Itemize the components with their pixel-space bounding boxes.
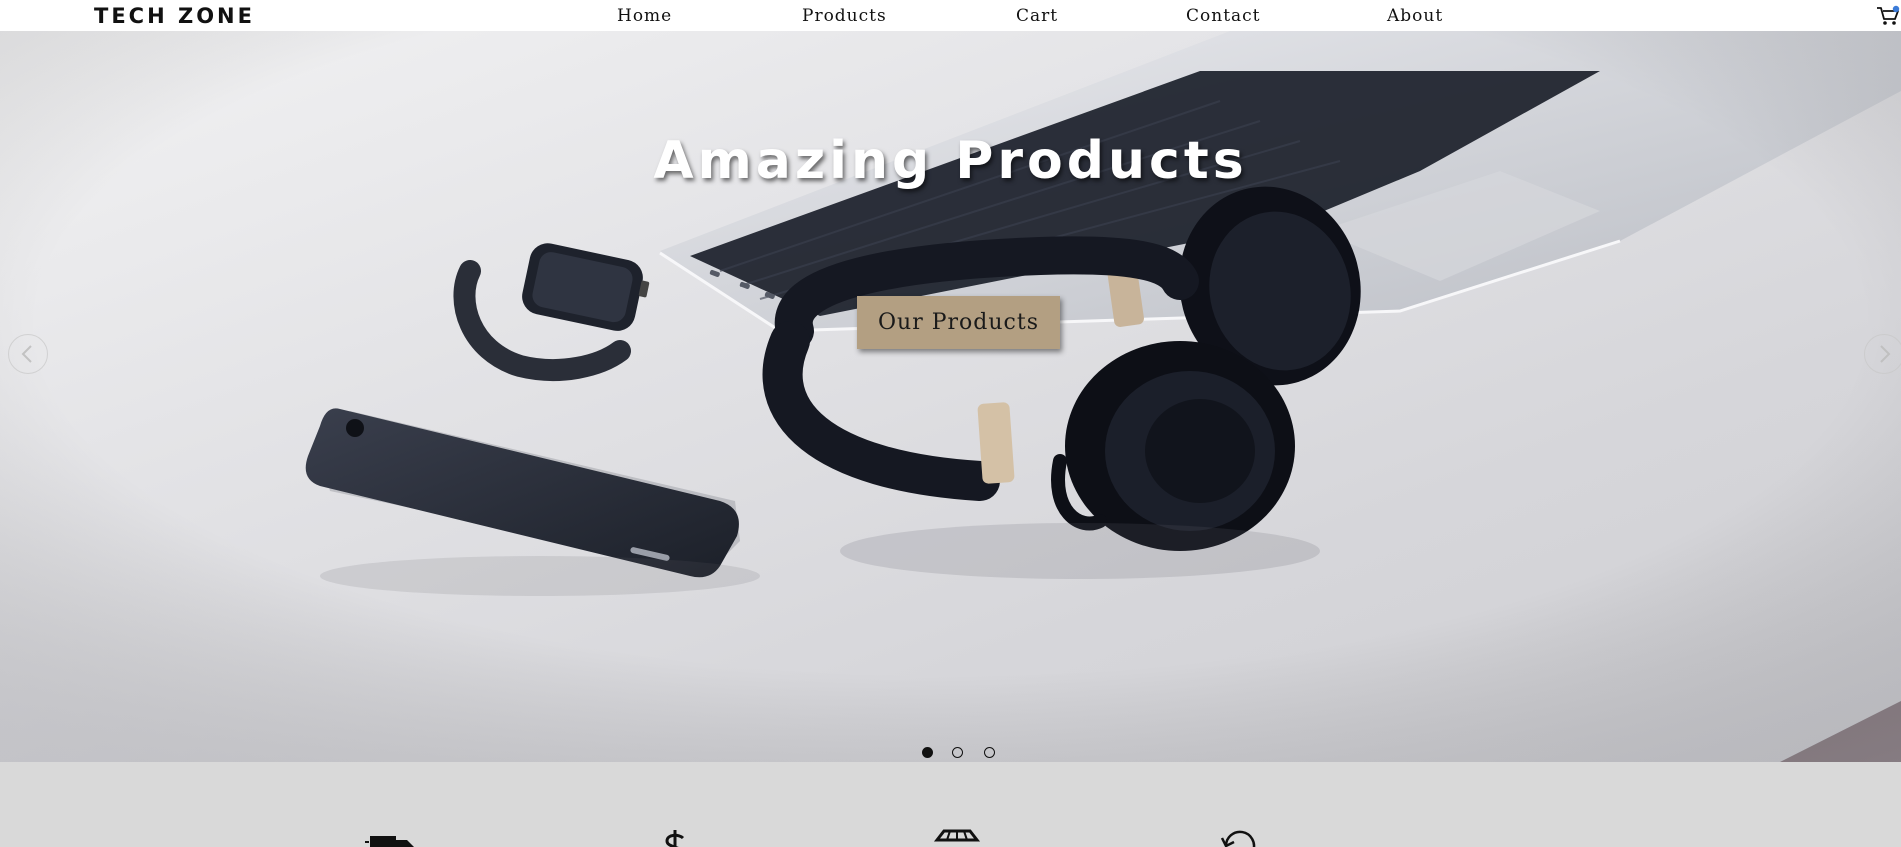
- carousel-prev-button[interactable]: [8, 334, 48, 374]
- nav-link-about[interactable]: About: [1387, 5, 1443, 27]
- features-strip: [0, 762, 1901, 847]
- chevron-left-icon: [21, 345, 32, 363]
- store-icon: [930, 828, 990, 847]
- nav-link-contact[interactable]: Contact: [1186, 5, 1261, 27]
- nav-link-cart[interactable]: Cart: [1016, 5, 1058, 27]
- delivery-truck-icon: [365, 828, 425, 847]
- hero-carousel: Amazing Products Our Products: [0, 31, 1901, 762]
- carousel-dot-1[interactable]: [922, 747, 933, 758]
- brand-logo[interactable]: TECH ZONE: [94, 3, 255, 29]
- shopping-cart-icon[interactable]: [1876, 5, 1900, 27]
- carousel-dot-3[interactable]: [984, 747, 995, 758]
- chevron-right-icon: [1880, 345, 1891, 363]
- dollar-icon: [655, 828, 715, 847]
- our-products-button[interactable]: Our Products: [857, 296, 1060, 349]
- return-icon: [1213, 828, 1273, 847]
- carousel-dot-2[interactable]: [952, 747, 963, 758]
- navbar: TECH ZONE Home Products Cart Contact Abo…: [0, 0, 1901, 31]
- hero-title: Amazing Products: [653, 131, 1248, 191]
- carousel-next-button[interactable]: [1864, 334, 1901, 374]
- nav-link-products[interactable]: Products: [802, 5, 887, 27]
- nav-link-home[interactable]: Home: [617, 5, 672, 27]
- carousel-indicators: [920, 747, 1000, 761]
